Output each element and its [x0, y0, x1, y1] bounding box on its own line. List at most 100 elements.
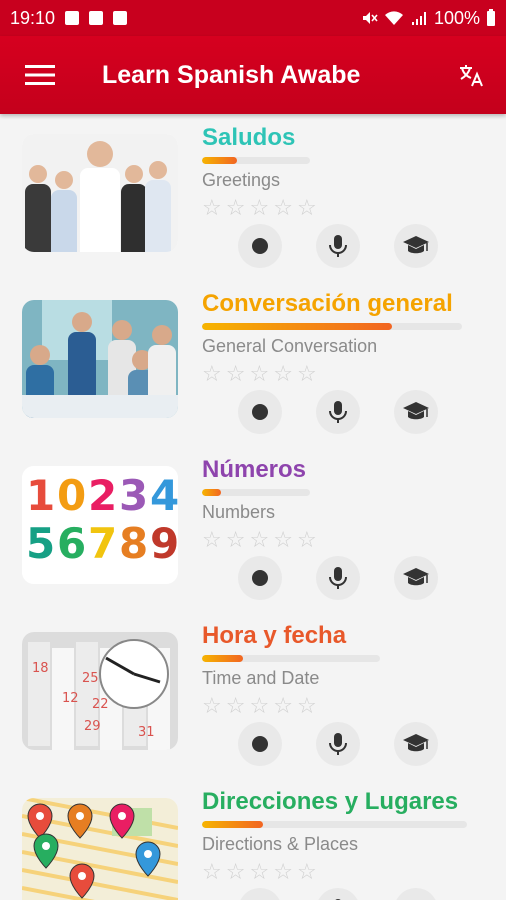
number-glyph: 0: [57, 471, 86, 520]
lesson-subtitle: Greetings: [202, 170, 281, 190]
star-icon: ☆: [249, 195, 270, 220]
number-glyph: 4: [150, 471, 178, 520]
star-icon: ☆: [202, 195, 222, 220]
app-bar: Learn Spanish Awabe: [0, 36, 506, 114]
signal-icon: [411, 12, 426, 25]
star-icon: ☆: [249, 693, 270, 718]
calendar-day: 29: [84, 719, 101, 734]
number-glyph: 2: [88, 471, 117, 520]
lesson-image: [22, 798, 178, 900]
star-icon: ☆: [249, 859, 270, 884]
lesson-image: [22, 134, 178, 252]
play-button[interactable]: [238, 888, 282, 900]
quiz-button[interactable]: [394, 722, 438, 766]
number-glyph: 1: [26, 471, 55, 520]
star-icon: ☆: [249, 527, 270, 552]
graduation-cap-icon: [403, 568, 429, 586]
lesson-subtitle: General Conversation: [202, 336, 378, 356]
number-glyph: 8: [119, 519, 148, 568]
quiz-button[interactable]: [394, 888, 438, 900]
progress-fill: [202, 323, 392, 330]
star-icon: ☆: [273, 361, 293, 386]
notification-icon: [113, 11, 128, 25]
graduation-cap-icon: [403, 236, 429, 254]
progress-fill: [202, 821, 263, 828]
record-dot-icon: [252, 736, 268, 752]
group-of-people-illustration: [22, 134, 178, 252]
progress-fill: [202, 655, 243, 662]
translate-button[interactable]: [436, 36, 506, 114]
star-icon: ☆: [296, 195, 317, 220]
star-icon: ☆: [273, 859, 293, 884]
play-button[interactable]: [238, 722, 282, 766]
lesson-progress-bar: [202, 655, 380, 662]
microphone-button[interactable]: [316, 722, 360, 766]
star-icon: ☆: [249, 361, 270, 386]
lesson-card[interactable]: Direcciones y Lugares Directions & Place…: [0, 778, 506, 900]
star-icon: ☆: [296, 361, 317, 386]
lesson-title: Direcciones y Lugares: [202, 788, 459, 815]
quiz-button[interactable]: [394, 224, 438, 268]
lesson-card[interactable]: 18252922263112 Hora y fecha Time and Dat…: [0, 612, 506, 778]
microphone-icon: [329, 567, 347, 589]
lesson-subtitle: Directions & Places: [202, 834, 359, 854]
star-icon: ☆: [202, 693, 222, 718]
star-rating: ☆ ☆ ☆ ☆ ☆: [202, 197, 492, 219]
lesson-title: Hora y fecha: [202, 622, 347, 649]
lesson-image: [22, 300, 178, 418]
numbers-illustration: 1 0 2 3 4 5 6 7 8 9: [22, 466, 178, 584]
calendar-day: 12: [62, 691, 79, 706]
lesson-card[interactable]: Conversación general General Conversatio…: [0, 280, 506, 446]
star-icon: ☆: [273, 527, 293, 552]
map-pins-illustration: [22, 798, 178, 900]
star-icon: ☆: [225, 859, 246, 884]
wifi-icon: [384, 11, 403, 25]
calendar-day: 18: [32, 661, 49, 676]
star-icon: ☆: [273, 693, 293, 718]
microphone-button[interactable]: [316, 888, 360, 900]
star-icon: ☆: [202, 859, 222, 884]
calendar-day: 22: [92, 697, 109, 712]
star-icon: ☆: [202, 361, 222, 386]
graduation-cap-icon: [403, 734, 429, 752]
mute-icon: [362, 12, 378, 24]
lesson-title: Conversación general: [202, 290, 453, 317]
lesson-title: Saludos: [202, 124, 296, 151]
quiz-button[interactable]: [394, 390, 438, 434]
lesson-image: 10234 56789: [22, 466, 178, 584]
lesson-list: Saludos Greetings ☆ ☆ ☆ ☆ ☆ Conversación gen…: [0, 114, 506, 900]
menu-button[interactable]: [0, 36, 80, 114]
record-dot-icon: [252, 570, 268, 586]
lesson-subtitle: Time and Date: [202, 668, 320, 688]
star-icon: ☆: [202, 527, 222, 552]
microphone-icon: [329, 733, 347, 755]
play-button[interactable]: [238, 556, 282, 600]
record-dot-icon: [252, 404, 268, 420]
meeting-illustration: [22, 300, 178, 418]
star-icon: ☆: [296, 693, 317, 718]
battery-icon: [487, 9, 495, 26]
battery-percent: 100%: [433, 7, 480, 28]
play-button[interactable]: [238, 224, 282, 268]
star-rating: ☆ ☆ ☆ ☆ ☆: [202, 861, 492, 883]
microphone-icon: [329, 401, 347, 423]
lesson-progress-bar: [202, 821, 467, 828]
star-icon: ☆: [273, 195, 293, 220]
app-title: Learn Spanish Awabe: [102, 60, 361, 89]
clock-calendar-illustration: 18252922263112: [22, 632, 178, 750]
quiz-button[interactable]: [394, 556, 438, 600]
number-glyph: 6: [57, 519, 86, 568]
lesson-progress-bar: [202, 157, 310, 164]
number-glyph: 9: [150, 519, 178, 568]
lesson-card[interactable]: 1023456789 Números Numbers ☆ ☆ ☆ ☆ ☆: [0, 446, 506, 612]
play-button[interactable]: [238, 390, 282, 434]
lesson-card[interactable]: Saludos Greetings ☆ ☆ ☆ ☆ ☆: [0, 114, 506, 280]
microphone-button[interactable]: [316, 556, 360, 600]
microphone-button[interactable]: [316, 390, 360, 434]
lesson-title: Números: [202, 456, 307, 483]
progress-fill: [202, 157, 237, 164]
star-icon: ☆: [225, 195, 246, 220]
lesson-subtitle: Numbers: [202, 502, 276, 522]
microphone-button[interactable]: [316, 224, 360, 268]
star-rating: ☆ ☆ ☆ ☆ ☆: [202, 363, 492, 385]
